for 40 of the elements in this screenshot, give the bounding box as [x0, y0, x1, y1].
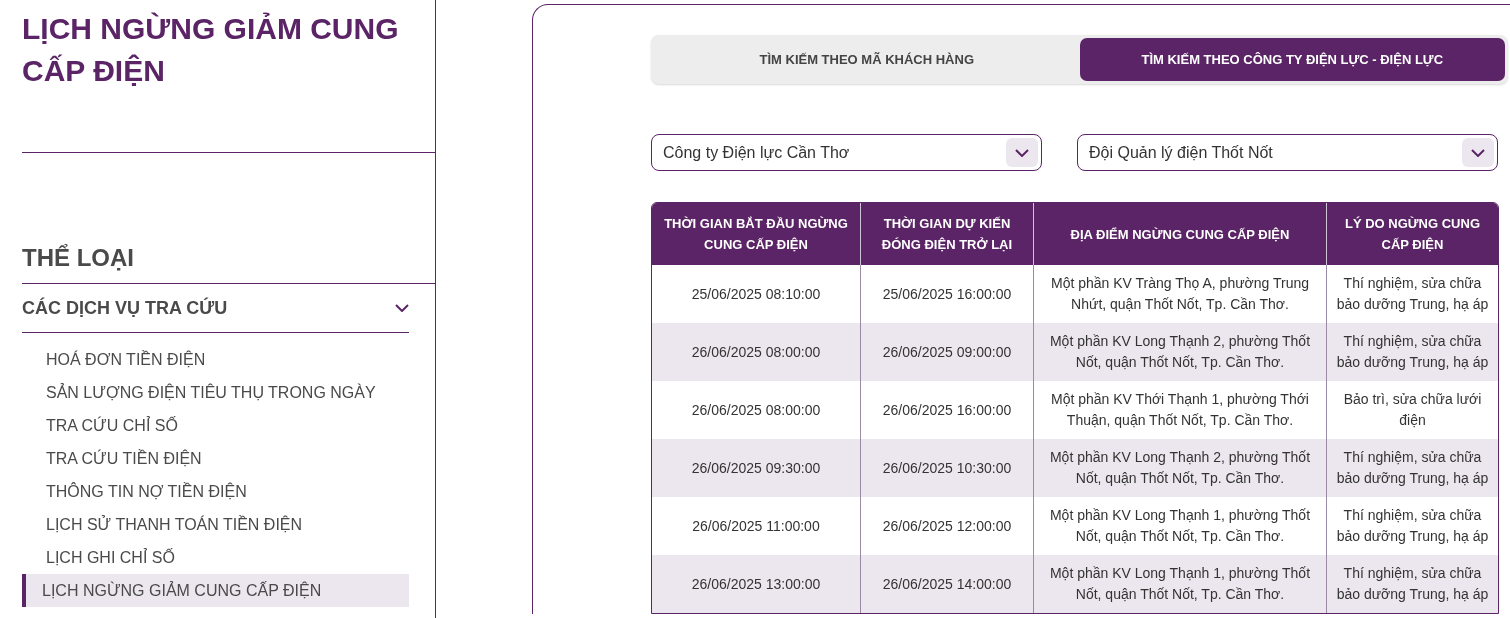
chevron-icon [1471, 148, 1485, 157]
category-label: CÁC DỊCH VỤ TRA CỨU [22, 297, 228, 319]
sidebar-item[interactable]: LỊCH SỬ THANH TOÁN TIỀN ĐIỆN [22, 508, 409, 541]
sidebar-item[interactable]: THÔNG TIN NỢ TIỀN ĐIỆN [22, 475, 409, 508]
column-header: THỜI GIAN DỰ KIẾN ĐÓNG ĐIỆN TRỞ LẠI [861, 203, 1034, 265]
dropdown[interactable]: Đội Quản lý điện Thốt Nốt [1077, 134, 1498, 171]
table-cell: Một phần KV Long Thạnh 2, phường Thốt Nốt, quận Thốt Nốt, Tp. Cần Thơ. [1034, 439, 1327, 497]
table-cell: 26/06/2025 13:00:00 [652, 555, 861, 613]
tab[interactable]: TÌM KIẾM THEO CÔNG TY ĐIỆN LỰC - ĐIỆN LỰC [1079, 38, 1505, 81]
chevron-icon [395, 304, 409, 312]
table-cell: 26/06/2025 14:00:00 [861, 555, 1034, 613]
page-title: LỊCH NGỪNG GIẢM CUNG CẤP ĐIỆN [22, 11, 400, 89]
dropdown-button[interactable] [1006, 138, 1038, 167]
table-cell-text: Thí nghiệm, sửa chữa bảo dưỡng Trung, hạ áp [1335, 506, 1490, 546]
sidebar-item[interactable]: TRA CỨU TIỀN ĐIỆN [22, 442, 409, 475]
category-toggle[interactable]: CÁC DỊCH VỤ TRA CỨU [22, 284, 409, 333]
column-header: ĐỊA ĐIỂM NGỪNG CUNG CẤP ĐIỆN [1034, 203, 1327, 265]
dropdown-button[interactable] [1462, 138, 1494, 167]
table-cell: Thí nghiệm, sửa chữa bảo dưỡng Trung, hạ áp [1327, 555, 1498, 613]
column-header: THỜI GIAN BẮT ĐẦU NGỪNG CUNG CẤP ĐIỆN [652, 203, 861, 265]
sidebar-item[interactable]: LỊCH GHI CHỈ SỐ [22, 541, 409, 574]
sidebar-item[interactable]: TRA CỨU CHỈ SỐ [22, 409, 409, 442]
table-cell-text: Thí nghiệm, sửa chữa bảo dưỡng Trung, hạ áp [1335, 274, 1490, 314]
table-cell: Một phần KV Long Thạnh 2, phường Thốt Nốt, quận Thốt Nốt, Tp. Cần Thơ. [1034, 323, 1327, 381]
table-cell: 26/06/2025 09:30:00 [652, 439, 861, 497]
table-cell-text: Bảo trì, sửa chữa lưới điện [1342, 390, 1483, 430]
category-heading: THỂ LOẠI [22, 243, 135, 273]
table-cell: 26/06/2025 10:30:00 [861, 439, 1034, 497]
dropdown[interactable]: Công ty Điện lực Cần Thơ [651, 134, 1042, 171]
sidebar-item[interactable]: HOÁ ĐƠN TIỀN ĐIỆN [22, 343, 409, 376]
table-cell: Một phần KV Long Thạnh 1, phường Thốt Nốt, quận Thốt Nốt, Tp. Cần Thơ. [1034, 555, 1327, 613]
table-cell: Thí nghiệm, sửa chữa bảo dưỡng Trung, hạ áp [1327, 323, 1498, 381]
table-cell: 26/06/2025 08:00:00 [652, 323, 861, 381]
table-cell: Thí nghiệm, sửa chữa bảo dưỡng Trung, hạ áp [1327, 439, 1498, 497]
column-header: LÝ DO NGỪNG CUNG CẤP ĐIỆN [1327, 203, 1498, 265]
table-cell: 26/06/2025 09:00:00 [861, 323, 1034, 381]
chevron-icon [1015, 148, 1029, 157]
sidebar-item[interactable]: SẢN LƯỢNG ĐIỆN TIÊU THỤ TRONG NGÀY [22, 376, 409, 409]
tab[interactable]: TÌM KIẾM THEO MÃ KHÁCH HÀNG [654, 38, 1080, 81]
sidebar-item[interactable]: LỊCH NGỪNG GIẢM CUNG CẤP ĐIỆN [22, 574, 409, 607]
